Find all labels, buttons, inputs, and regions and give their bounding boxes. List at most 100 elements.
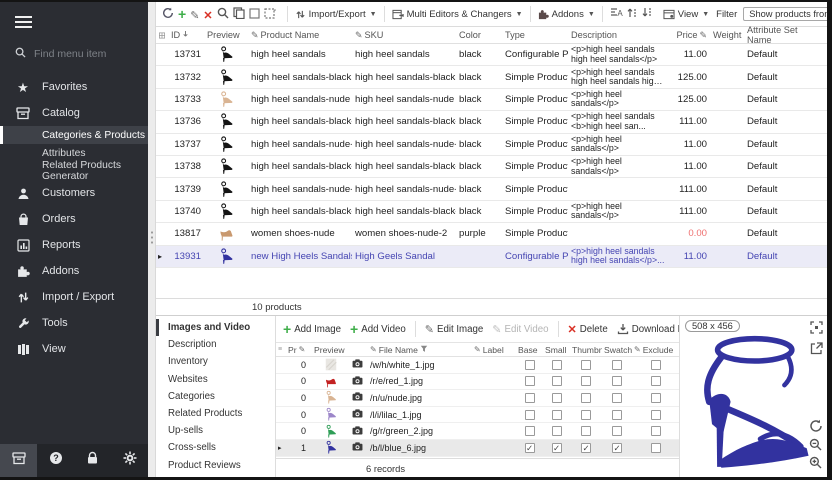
menu-search-input[interactable] [34,48,133,60]
add-button[interactable]: + [178,7,186,21]
image-column-header-thumbnail[interactable]: Thumbna [570,345,602,355]
expand-rows-button[interactable] [626,7,638,18]
tab-images-and-video[interactable]: Images and Video [156,319,275,336]
image-row-5[interactable]: 0/g/r/green_2.jpg [276,423,679,440]
thumbnail-checkbox[interactable] [581,360,591,370]
column-header-id[interactable]: ID [168,30,204,40]
image-column-header-preview[interactable]: Preview [312,345,350,355]
product-row-13737[interactable]: 13737high heel sandals-nude-36high heel … [156,134,827,156]
small-checkbox[interactable] [552,360,562,370]
sort-text-button[interactable]: A [610,7,623,18]
refresh-button[interactable] [162,7,174,19]
image-row-3[interactable]: 0/n/u/nude.jpg [276,390,679,407]
base-checkbox[interactable] [525,426,535,436]
small-checkbox[interactable] [552,410,562,420]
delete-button[interactable]: ✕ [203,9,212,22]
edit-button[interactable]: ✎ [190,9,199,22]
column-header-attribute_set[interactable]: Attribute Set Name [744,25,827,45]
delete-button[interactable]: ✕Delete [568,323,608,336]
tab-related-products[interactable]: Related Products [156,405,275,422]
column-header-preview[interactable]: Preview [204,30,248,40]
select-all-header[interactable] [156,32,168,39]
product-row-13739[interactable]: 13739high heel sandals-nude-37high heel … [156,178,827,200]
product-row-13732[interactable]: 13732high heel sandals-blackhigh heel sa… [156,66,827,88]
open-external-icon[interactable] [810,342,823,355]
zoom-in-icon[interactable] [809,456,823,469]
bottom-bar-store-button[interactable] [0,444,37,477]
tab-categories[interactable]: Categories [156,388,275,405]
checkbox-button[interactable] [249,8,260,19]
image-row-2[interactable]: 0/r/e/red_1.jpg [276,374,679,391]
column-header-price[interactable]: Price✎ [668,30,710,41]
thumbnail-checkbox[interactable] [581,376,591,386]
collapse-rows-button[interactable] [641,7,653,18]
image-column-header-exclude[interactable]: ✎Exclude [632,345,679,355]
addons-button[interactable]: Addons▼ [538,9,595,20]
image-column-header-label[interactable]: ✎Label [472,345,516,355]
download-image-button[interactable]: Download Image [617,323,679,335]
sidebar-splitter[interactable] [148,2,156,477]
fit-to-size-icon[interactable] [810,321,823,334]
copy-button[interactable] [233,7,245,19]
swatch-checkbox[interactable] [612,376,622,386]
bottom-bar-lock-button[interactable] [74,444,111,477]
swatch-checkbox[interactable] [612,393,622,403]
import-export-button[interactable]: Import/Export▼ [295,9,377,20]
sidebar-item-import-export[interactable]: Import / Export [0,284,148,310]
select-special-button[interactable] [264,8,276,19]
sidebar-item-view[interactable]: View [0,336,148,362]
thumbnail-checkbox[interactable] [581,393,591,403]
add-image-button[interactable]: +Add Image [283,322,341,336]
swatch-checkbox[interactable] [612,360,622,370]
column-header-sku[interactable]: ✎SKU [352,30,456,41]
small-checkbox[interactable] [552,376,562,386]
image-column-header-base[interactable]: Base [516,345,543,355]
image-column-header-swatch[interactable]: Swatch [602,345,632,355]
product-row-13738[interactable]: 13738high heel sandals-black-37high heel… [156,156,827,178]
sidebar-item-addons[interactable]: Addons [0,258,148,284]
column-header-description[interactable]: Description [568,30,668,40]
exclude-checkbox[interactable] [651,410,661,420]
column-header-type[interactable]: Type [502,30,568,40]
sidebar-item-categories-products[interactable]: Categories & Products [0,126,148,144]
add-video-button[interactable]: +Add Video [350,322,406,336]
thumbnail-checkbox[interactable] [581,410,591,420]
swatch-checkbox[interactable] [612,410,622,420]
image-row-1[interactable]: 0/w/h/white_1.jpg [276,357,679,374]
image-column-header-small[interactable]: Small [543,345,570,355]
base-checkbox[interactable]: ✓ [525,443,535,453]
search-button[interactable] [217,7,229,19]
base-checkbox[interactable] [525,410,535,420]
small-checkbox[interactable]: ✓ [552,443,562,453]
sidebar-item-orders[interactable]: Orders [0,206,148,232]
base-checkbox[interactable] [525,376,535,386]
image-column-header-position[interactable]: Pr✎ [286,345,312,355]
column-header-color[interactable]: Color [456,30,502,40]
exclude-checkbox[interactable] [651,393,661,403]
exclude-checkbox[interactable] [651,443,661,453]
swatch-checkbox[interactable]: ✓ [612,443,622,453]
thumbnail-checkbox[interactable] [581,426,591,436]
sidebar-item-customers[interactable]: Customers [0,180,148,206]
small-checkbox[interactable] [552,393,562,403]
rotate-icon[interactable] [809,419,823,433]
product-row-13731[interactable]: 13731high heel sandalshigh heel sandalsb… [156,44,827,66]
thumbnail-checkbox[interactable]: ✓ [581,443,591,453]
exclude-checkbox[interactable] [651,376,661,386]
swatch-checkbox[interactable] [612,426,622,436]
exclude-checkbox[interactable] [651,360,661,370]
base-checkbox[interactable] [525,360,535,370]
product-row-13931[interactable]: ▸13931new High Heels SandalsHigh Geels S… [156,246,827,268]
edit-image-button[interactable]: ✎Edit Image [425,323,484,336]
multi-editors-button[interactable]: Multi Editors & Changers▼ [392,9,523,20]
hamburger-menu-icon[interactable] [0,2,148,38]
zoom-out-icon[interactable] [809,438,823,451]
sidebar-item-reports[interactable]: Reports [0,232,148,258]
tab-websites[interactable]: Websites [156,371,275,388]
tab-inventory[interactable]: Inventory [156,353,275,370]
view-button[interactable]: View▼ [663,9,709,20]
product-row-13733[interactable]: 13733high heel sandals-nudehigh heel san… [156,89,827,111]
image-row-4[interactable]: 0/l/i/lilac_1.jpg [276,407,679,424]
tab-cross-sells[interactable]: Cross-sells [156,439,275,456]
tab-description[interactable]: Description [156,336,275,353]
